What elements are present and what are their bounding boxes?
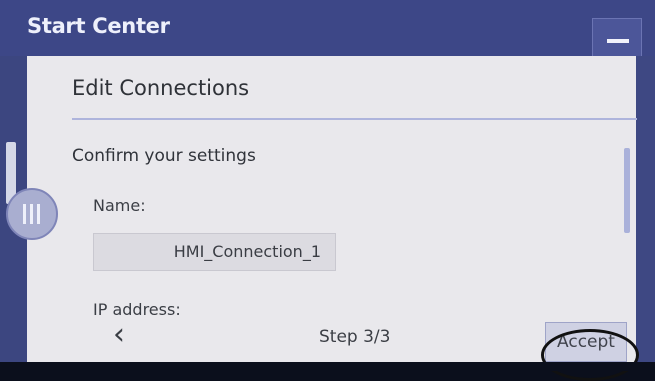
drag-handle[interactable] (6, 188, 58, 240)
edit-connections-dialog: Edit Connections Confirm your settings N… (27, 56, 639, 381)
minimize-icon (607, 39, 629, 43)
screen-bezel (0, 362, 655, 371)
window-title: Start Center (27, 14, 170, 38)
accept-highlight-circle (541, 329, 639, 381)
window-titlebar: Start Center (0, 0, 655, 58)
step-indicator: Step 3/3 (319, 327, 391, 347)
chevron-left-icon: ‹ (113, 317, 125, 352)
right-panel-strip (636, 56, 655, 362)
dialog-title: Edit Connections (72, 76, 250, 100)
name-value: HMI_Connection_1 (173, 242, 321, 261)
ip-address-label: IP address: (93, 300, 181, 319)
section-heading: Confirm your settings (72, 146, 256, 166)
drag-handle-icon (37, 204, 40, 224)
drag-handle-icon (23, 204, 26, 224)
minimize-button[interactable] (592, 18, 642, 58)
scrollbar-thumb[interactable] (624, 148, 630, 233)
back-button[interactable]: ‹ (105, 320, 133, 354)
drag-handle-icon (30, 204, 33, 224)
name-field[interactable]: HMI_Connection_1 (93, 233, 336, 271)
title-divider (72, 118, 637, 120)
name-label: Name: (93, 196, 146, 215)
